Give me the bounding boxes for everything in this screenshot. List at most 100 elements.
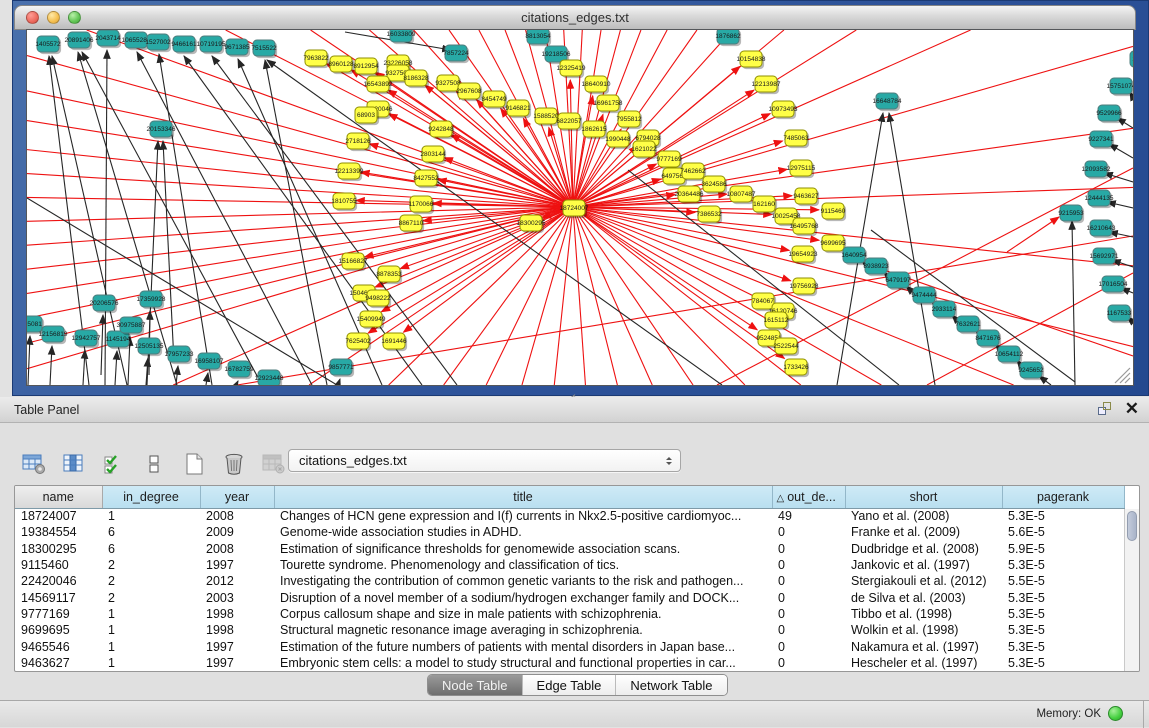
column-header-year[interactable]: year [200,486,274,508]
table-cell[interactable]: 1 [102,508,200,524]
network-node[interactable]: 10719195 [197,36,226,54]
network-node[interactable]: 7955812 [616,111,642,129]
table-cell[interactable]: Investigating the contribution of common… [274,573,772,589]
window-titlebar[interactable]: citations_edges.txt [14,5,1136,30]
network-node[interactable]: 1862615 [581,121,607,139]
table-cell[interactable]: 0 [772,589,845,605]
network-node[interactable]: 16543892 [364,76,393,94]
red-edge[interactable] [573,207,1014,385]
network-node[interactable]: 12213987 [752,76,781,94]
column-header-out_de[interactable]: △out_de... [772,486,845,508]
table-cell[interactable]: Stergiakouli et al. (2012) [845,573,1002,589]
table-cell[interactable]: 9463627 [15,655,102,671]
network-node[interactable]: 12942757 [72,330,101,348]
network-node[interactable]: 12444135 [1085,190,1114,208]
black-edge[interactable] [265,60,327,385]
table-row[interactable]: 946554611997Estimation of the future num… [15,638,1124,654]
table-cell[interactable]: Dudbridge et al. (2008) [845,541,1002,557]
network-node[interactable]: 12975115 [787,160,816,178]
column-header-name[interactable]: name [15,486,102,508]
new-table-icon[interactable] [180,449,208,479]
black-edge[interactable] [176,366,178,385]
network-node[interactable]: 2718126 [345,133,371,151]
table-cell[interactable]: 5.9E-5 [1002,541,1124,557]
table-cell[interactable]: 0 [772,573,845,589]
network-node[interactable]: 9777169 [656,151,682,169]
red-edge[interactable] [27,207,573,343]
black-edge[interactable] [163,141,174,362]
tab-node-table[interactable]: Node Table [428,675,523,695]
network-node[interactable]: 1876862 [715,30,741,46]
black-edge[interactable] [83,350,85,385]
network-node[interactable]: 17016504 [1099,276,1128,294]
table-settings-icon[interactable] [20,449,48,479]
table-cell[interactable]: Estimation of significance thresholds fo… [274,541,772,557]
table-cell[interactable]: 5.3E-5 [1002,589,1124,605]
table-cell[interactable]: 2 [102,557,200,573]
table-columns-icon[interactable] [60,449,88,479]
table-cell[interactable]: Wolkin et al. (1998) [845,622,1002,638]
network-node[interactable]: 20206576 [90,295,119,313]
black-edge[interactable] [871,230,1075,382]
network-node[interactable]: 16782759 [225,361,254,379]
network-node[interactable]: 68903 [355,107,379,125]
network-node[interactable]: 2967608 [456,83,482,101]
network-node[interactable]: 7485063 [783,130,809,148]
table-cell[interactable]: 0 [772,622,845,638]
table-cell[interactable]: 1998 [200,622,274,638]
network-node[interactable]: 15409949 [357,311,386,329]
table-scrollbar[interactable] [1124,509,1139,671]
table-cell[interactable]: 6 [102,541,200,557]
network-node[interactable]: 7625402 [345,333,371,351]
table-cell[interactable]: Tourette syndrome. Phenomenology and cla… [274,557,772,573]
red-edge[interactable] [403,207,573,332]
table-cell[interactable]: 5.3E-5 [1002,606,1124,622]
table-cell[interactable]: 0 [772,557,845,573]
table-cell[interactable]: 1 [102,606,200,622]
table-cell[interactable]: 1997 [200,557,274,573]
red-edge[interactable] [573,46,1133,207]
network-node[interactable]: 10654112 [995,346,1024,364]
network-node[interactable]: 10973493 [769,101,798,119]
table-cell[interactable]: 18724007 [15,508,102,524]
table-cell[interactable]: 5.5E-5 [1002,573,1124,589]
table-row[interactable]: 969969511998Structural magnetic resonanc… [15,622,1124,638]
network-node[interactable]: 9474444 [911,287,937,305]
column-header-short[interactable]: short [845,486,1002,508]
table-row[interactable]: 1938455462009Genome-wide association stu… [15,524,1124,540]
table-cell[interactable]: 1 [102,655,200,671]
red-edge[interactable] [573,207,881,385]
table-cell[interactable]: 2003 [200,589,274,605]
network-node[interactable]: 9227341 [1088,131,1114,149]
network-node[interactable]: 1615112 [764,312,790,330]
table-row[interactable]: 1456911722003Disruption of a novel membe… [15,589,1124,605]
red-edge[interactable] [573,207,745,385]
table-cell[interactable]: 2 [102,573,200,589]
network-node[interactable]: 17957233 [165,346,194,364]
network-node[interactable]: 9671385 [224,39,250,57]
network-node[interactable]: 1170066 [409,196,435,214]
network-node[interactable]: 7462662 [680,163,706,181]
network-node[interactable]: 16495768 [790,218,819,236]
network-node[interactable]: 15166827 [339,253,368,271]
table-cell[interactable]: 9777169 [15,606,102,622]
red-edge[interactable] [573,207,770,304]
network-node[interactable]: 9146821 [505,100,531,118]
table-cell[interactable]: 2 [102,589,200,605]
table-cell[interactable]: Genome-wide association studies in ADHD. [274,524,772,540]
table-cell[interactable]: de Silva et al. (2003) [845,589,1002,605]
table-cell[interactable]: 2008 [200,508,274,524]
network-node[interactable]: 7857224 [443,45,469,63]
table-cell[interactable]: 22420046 [15,573,102,589]
table-cell[interactable]: 0 [772,655,845,671]
network-node[interactable]: 1691446 [381,333,407,351]
table-cell[interactable]: Disruption of a novel member of a sodium… [274,589,772,605]
canvas-resize-grip-icon[interactable] [1115,368,1130,383]
table-cell[interactable]: 6 [102,524,200,540]
network-node[interactable]: 1167533 [1107,305,1133,323]
tab-edge-table[interactable]: Edge Table [523,675,617,695]
network-node[interactable]: 7963822 [303,50,329,68]
black-edge[interactable] [115,351,117,385]
network-node[interactable]: 1527002 [145,34,171,52]
red-edge[interactable] [27,56,573,207]
